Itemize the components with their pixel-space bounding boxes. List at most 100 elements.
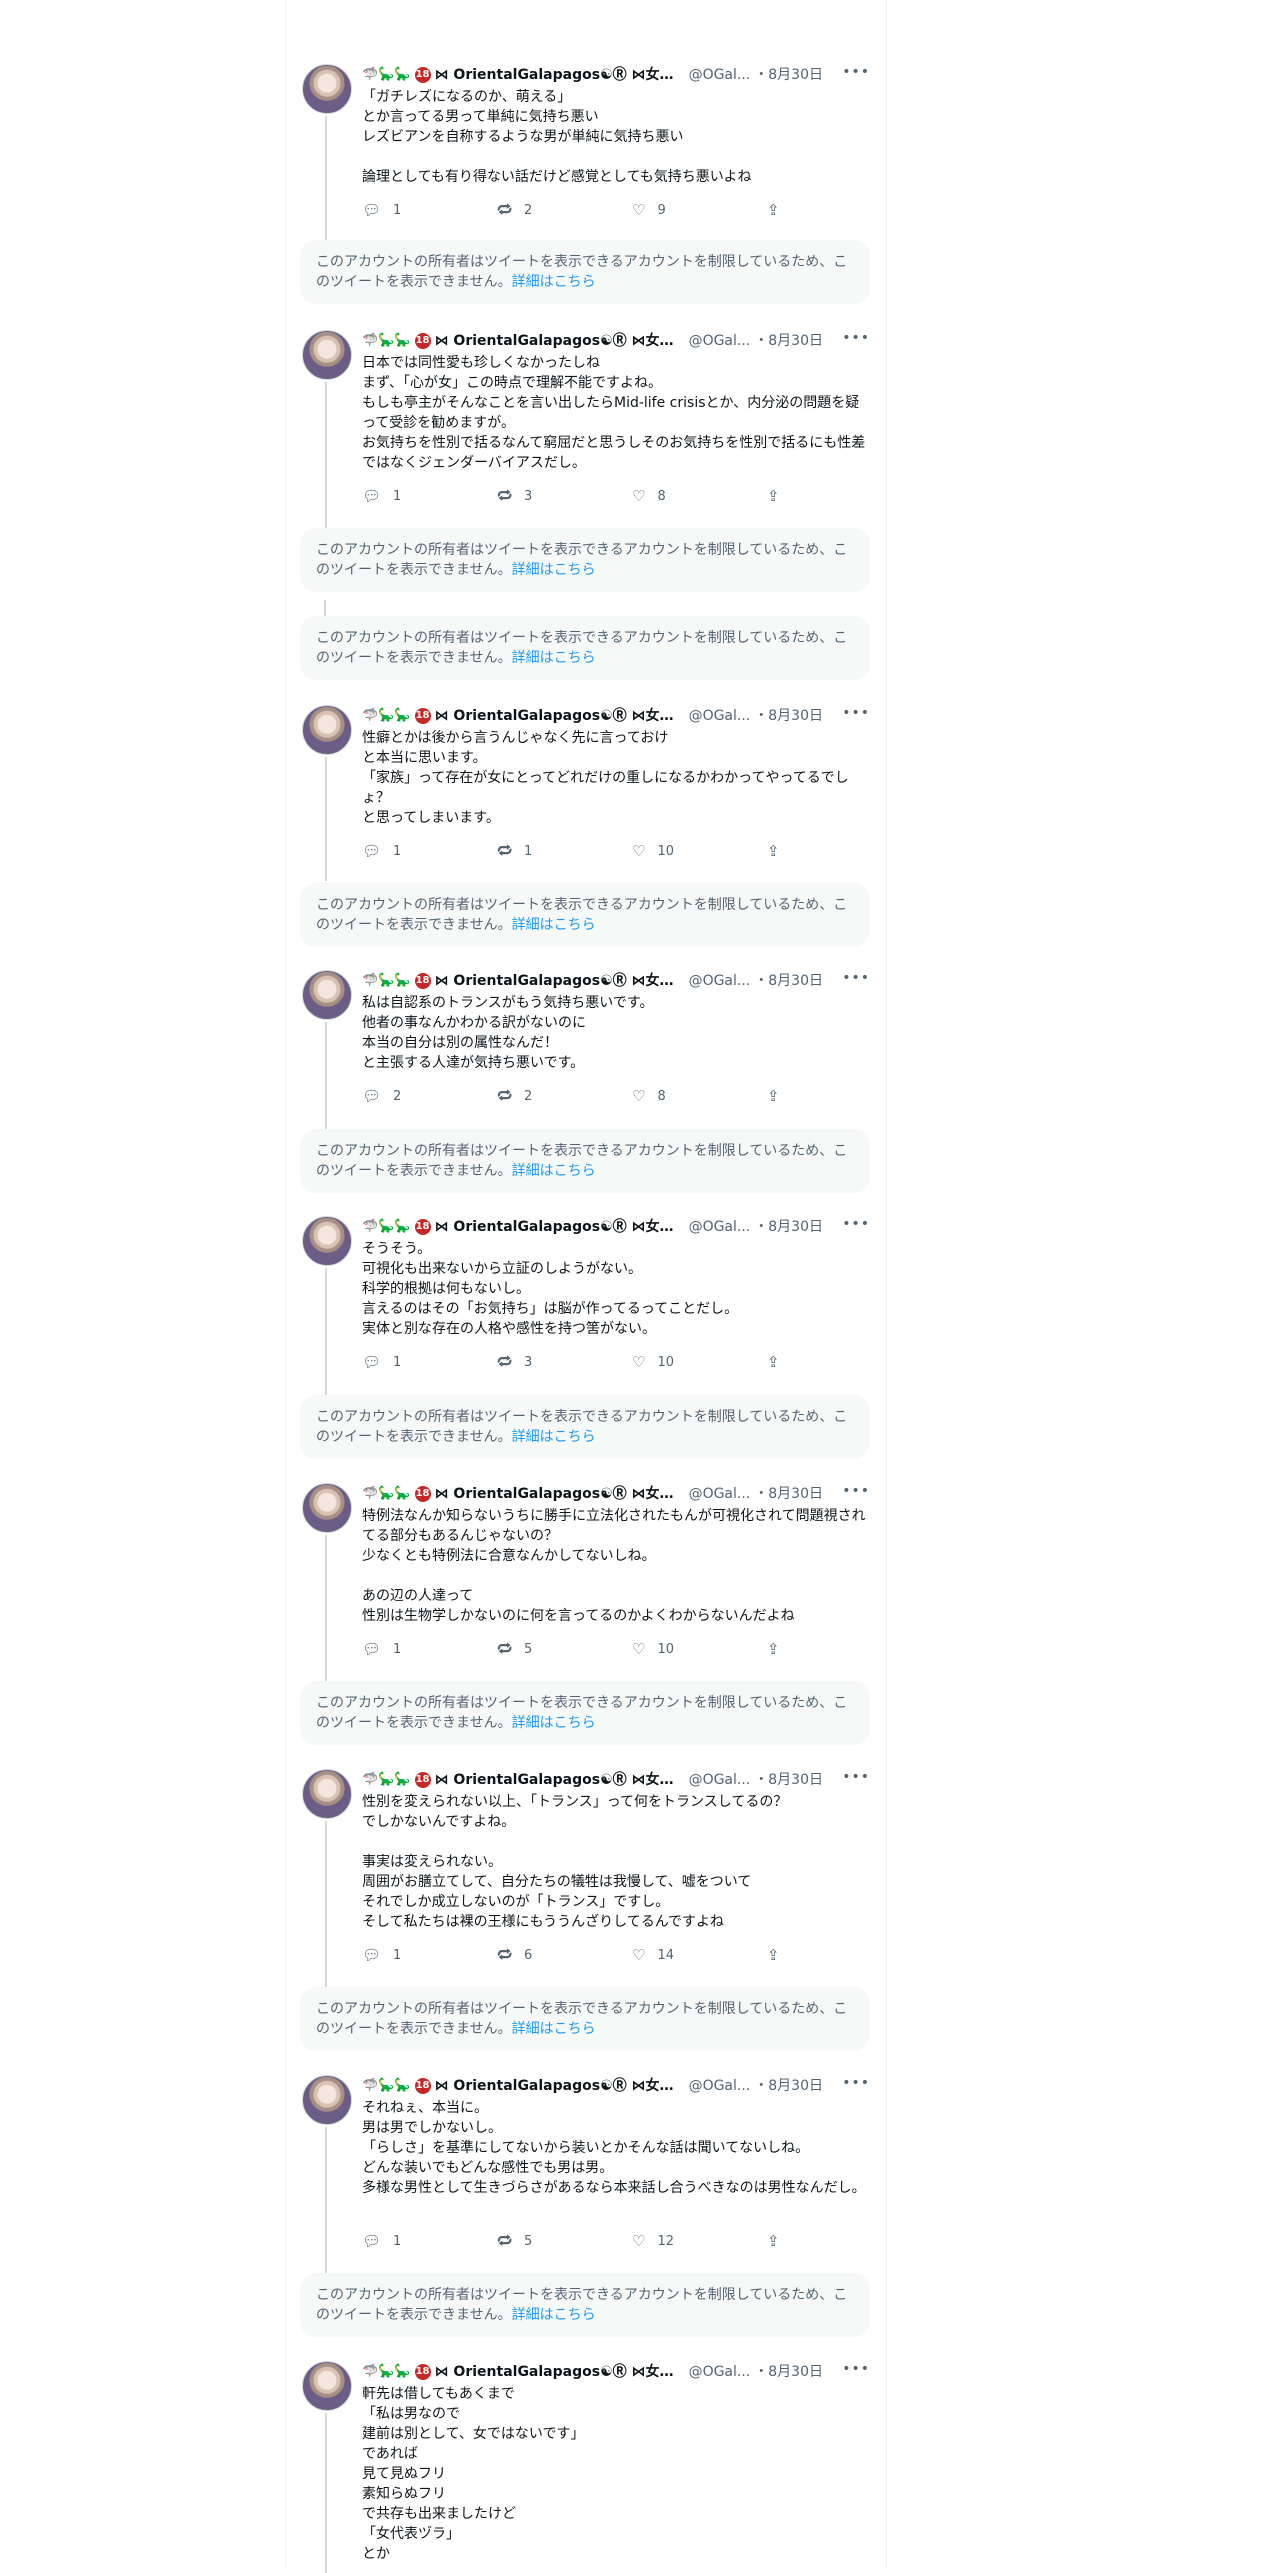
reply-button[interactable]: 💬︎ 1 (362, 1640, 401, 1658)
like-button[interactable]: ♡ 10 (632, 1640, 674, 1658)
retweet-button[interactable]: 🔁︎ 2 (497, 1085, 532, 1107)
timeline-page: 🦈🦕🦕 18 ⋈ OrientalGalapagos☯Ⓡ ⋈女史(敬... @O… (0, 0, 1284, 2573)
reply-button[interactable]: 💬︎ 1 (362, 2232, 401, 2250)
like-button[interactable]: ♡ 9 (632, 201, 666, 219)
more-icon[interactable]: ••• (842, 1216, 870, 1232)
like-button[interactable]: ♡ 10 (632, 842, 674, 860)
more-icon[interactable]: ••• (842, 2361, 870, 2377)
reply-icon: 💬︎ (362, 2232, 382, 2250)
avatar[interactable] (302, 2075, 352, 2125)
display-name[interactable]: ⋈ OrientalGalapagos☯Ⓡ ⋈女史(敬... (435, 1216, 685, 1238)
share-button[interactable]: ⇪ (767, 201, 792, 219)
like-count: 8 (657, 488, 666, 504)
share-button[interactable]: ⇪ (767, 1640, 792, 1658)
handle[interactable]: @OGal... (689, 2075, 751, 2097)
tweet-body: 日本では同性愛も珍しくなかったしね まず、「心が女」この時点で理解不能ですよね。… (362, 355, 866, 471)
avatar[interactable] (302, 64, 352, 114)
handle[interactable]: @OGal... (689, 1483, 751, 1505)
more-icon[interactable]: ••• (842, 705, 870, 721)
display-name[interactable]: ⋈ OrientalGalapagos☯Ⓡ ⋈女史(敬... (435, 64, 685, 86)
like-button[interactable]: ♡ 8 (632, 487, 666, 505)
display-name[interactable]: ⋈ OrientalGalapagos☯Ⓡ ⋈女史(敬... (435, 330, 685, 352)
heart-icon: ♡ (632, 1640, 646, 1658)
date[interactable]: ・8月30日 (754, 1769, 823, 1791)
display-name[interactable]: ⋈ OrientalGalapagos☯Ⓡ ⋈女史(敬... (435, 1483, 685, 1505)
retweet-button[interactable]: 🔁︎ 3 (497, 1351, 532, 1373)
learn-more-link[interactable]: 詳細はこちら (512, 2021, 596, 2037)
like-button[interactable]: ♡ 10 (632, 1353, 674, 1371)
date[interactable]: ・8月30日 (754, 705, 823, 727)
handle[interactable]: @OGal... (689, 1216, 751, 1238)
learn-more-link[interactable]: 詳細はこちら (512, 917, 596, 933)
reply-button[interactable]: 💬︎ 1 (362, 487, 401, 505)
display-name[interactable]: ⋈ OrientalGalapagos☯Ⓡ ⋈女史(敬... (435, 705, 685, 727)
like-button[interactable]: ♡ 14 (632, 1946, 674, 1964)
share-button[interactable]: ⇪ (767, 1353, 792, 1371)
more-icon[interactable]: ••• (842, 2075, 870, 2091)
reply-button[interactable]: 💬︎ 2 (362, 1087, 401, 1105)
retweet-button[interactable]: 🔁︎ 5 (497, 2230, 532, 2252)
share-button[interactable]: ⇪ (767, 1946, 792, 1964)
date[interactable]: ・8月30日 (754, 64, 823, 86)
handle[interactable]: @OGal... (689, 2361, 751, 2383)
retweet-button[interactable]: 🔁︎ 1 (497, 840, 532, 862)
display-name[interactable]: ⋈ OrientalGalapagos☯Ⓡ ⋈女史(敬... (435, 1769, 685, 1791)
like-button[interactable]: ♡ 12 (632, 2232, 674, 2250)
more-icon[interactable]: ••• (842, 970, 870, 986)
retweet-button[interactable]: 🔁︎ 3 (497, 485, 532, 507)
reply-button[interactable]: 💬︎ 1 (362, 1946, 401, 1964)
date[interactable]: ・8月30日 (754, 330, 823, 352)
tweet-header: 🦈🦕🦕 18 ⋈ OrientalGalapagos☯Ⓡ ⋈女史(敬... @O… (362, 330, 870, 352)
handle[interactable]: @OGal... (689, 330, 751, 352)
display-name[interactable]: ⋈ OrientalGalapagos☯Ⓡ ⋈女史(敬... (435, 2361, 685, 2383)
share-button[interactable]: ⇪ (767, 842, 792, 860)
avatar[interactable] (302, 1483, 352, 1533)
learn-more-link[interactable]: 詳細はこちら (512, 650, 596, 666)
handle[interactable]: @OGal... (689, 970, 751, 992)
reply-button[interactable]: 💬︎ 1 (362, 201, 401, 219)
like-count: 14 (657, 1947, 674, 1963)
more-icon[interactable]: ••• (842, 330, 870, 346)
display-name[interactable]: ⋈ OrientalGalapagos☯Ⓡ ⋈女史(敬... (435, 970, 685, 992)
avatar[interactable] (302, 705, 352, 755)
handle[interactable]: @OGal... (689, 64, 751, 86)
learn-more-link[interactable]: 詳細はこちら (512, 274, 596, 290)
more-icon[interactable]: ••• (842, 64, 870, 80)
like-button[interactable]: ♡ 8 (632, 1087, 666, 1105)
retweet-button[interactable]: 🔁︎ 2 (497, 199, 532, 221)
learn-more-link[interactable]: 詳細はこちら (512, 1715, 596, 1731)
reply-button[interactable]: 💬︎ 1 (362, 1353, 401, 1371)
share-button[interactable]: ⇪ (767, 487, 792, 505)
share-icon: ⇪ (767, 1353, 780, 1371)
more-icon[interactable]: ••• (842, 1483, 870, 1499)
retweet-button[interactable]: 🔁︎ 5 (497, 1638, 532, 1660)
avatar[interactable] (302, 1769, 352, 1819)
retweet-count: 6 (524, 1947, 533, 1963)
retweet-icon: 🔁︎ (497, 842, 513, 860)
retweet-button[interactable]: 🔁︎ 6 (497, 1944, 532, 1966)
handle[interactable]: @OGal... (689, 705, 751, 727)
handle[interactable]: @OGal... (689, 1769, 751, 1791)
display-name[interactable]: ⋈ OrientalGalapagos☯Ⓡ ⋈女史(敬... (435, 2075, 685, 2097)
learn-more-link[interactable]: 詳細はこちら (512, 562, 596, 578)
date[interactable]: ・8月30日 (754, 2075, 823, 2097)
date[interactable]: ・8月30日 (754, 1216, 823, 1238)
retweet-icon: 🔁︎ (497, 1353, 513, 1371)
tweet-body: 私は自認系のトランスがもう気持ち悪いです。 他者の事なんかわかる訳がないのに 本… (362, 995, 654, 1071)
avatar[interactable] (302, 970, 352, 1020)
date[interactable]: ・8月30日 (754, 1483, 823, 1505)
learn-more-link[interactable]: 詳細はこちら (512, 1163, 596, 1179)
learn-more-link[interactable]: 詳細はこちら (512, 2307, 596, 2323)
avatar[interactable] (302, 1216, 352, 1266)
reply-button[interactable]: 💬︎ 1 (362, 842, 401, 860)
share-button[interactable]: ⇪ (767, 2232, 792, 2250)
avatar[interactable] (302, 330, 352, 380)
date[interactable]: ・8月30日 (754, 2361, 823, 2383)
learn-more-link[interactable]: 詳細はこちら (512, 1429, 596, 1445)
reply-count: 1 (393, 1641, 402, 1657)
share-button[interactable]: ⇪ (767, 1087, 792, 1105)
avatar[interactable] (302, 2361, 352, 2411)
date[interactable]: ・8月30日 (754, 970, 823, 992)
age-badge: 18 (414, 2364, 431, 2380)
more-icon[interactable]: ••• (842, 1769, 870, 1785)
